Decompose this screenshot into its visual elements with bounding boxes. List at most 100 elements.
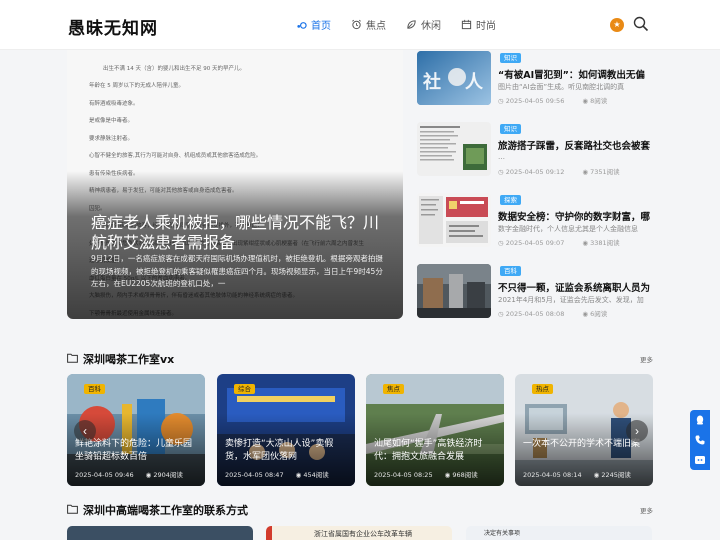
- category-tag[interactable]: 知识: [500, 53, 521, 63]
- more-link[interactable]: 更多: [640, 505, 653, 515]
- section-title: 深圳中高端喝茶工作室的联系方式: [83, 504, 248, 517]
- leaf-icon: [407, 20, 416, 29]
- article-meta: ◷ 2025-04-05 08:08 ◉ 6阅读: [498, 308, 658, 318]
- chevron-left-icon: ‹: [83, 424, 87, 438]
- category-tag[interactable]: 热点: [532, 384, 553, 394]
- card-meta: 2025-04-05 08:14 ◉ 2245阅读: [523, 469, 631, 479]
- red-band: [266, 526, 272, 540]
- card-title[interactable]: 卖惨打造“大凉山人设”卖假货，水军团伙落网: [225, 438, 349, 464]
- article-summary: 2021年4月和5月，证监会先后发文、发现，加: [498, 296, 644, 304]
- article-summary: 图片由“AI会面”生成。听见南腔北调的真: [498, 83, 625, 91]
- category-tag[interactable]: 探索: [500, 195, 521, 205]
- floating-contact-bar: [690, 410, 710, 470]
- nav-item-home[interactable]: 首页: [296, 17, 331, 32]
- thumbnail-text: 决定有关事项: [484, 530, 521, 537]
- theme-toggle-button[interactable]: ★: [610, 18, 624, 32]
- eye-icon: ◉: [582, 310, 591, 318]
- eye-icon: ◉: [582, 239, 591, 247]
- phone-icon[interactable]: [694, 434, 706, 446]
- svg-text:人: 人: [465, 72, 484, 93]
- card-date: 2025-04-05 08:47: [225, 471, 284, 479]
- card-views: 2245阅读: [601, 471, 631, 479]
- article-thumbnail[interactable]: [417, 264, 491, 318]
- article-thumbnail[interactable]: [67, 526, 253, 540]
- article-card[interactable]: 综合 卖惨打造“大凉山人设”卖假货，水军团伙落网 2025-04-05 08:4…: [217, 374, 355, 486]
- eye-icon: ◉: [582, 97, 591, 105]
- site-header: 愚昧无知网 首页 焦点 休闲 时尚 ★: [0, 0, 720, 50]
- card-meta: 2025-04-05 08:25 ◉ 968阅读: [374, 469, 478, 479]
- side-article[interactable]: 知识 旅游搭子踩雷，反套路社交也会被套 … ◷ 2025-04-05 09:12…: [417, 122, 657, 178]
- folder-icon: [67, 504, 78, 514]
- section-header: 深圳中高端喝茶工作室的联系方式 更多: [67, 502, 653, 518]
- svg-text:社: 社: [423, 71, 441, 93]
- article-views: 7351阅读: [590, 168, 620, 176]
- eye-icon: ◉: [582, 168, 591, 176]
- article-title[interactable]: 不只得一颗，证监会系统离职人员为: [498, 280, 650, 294]
- article-thumbnail[interactable]: [417, 122, 491, 176]
- article-thumbnail[interactable]: 社 人: [417, 51, 491, 105]
- category-tag[interactable]: 综合: [234, 384, 255, 394]
- home-icon: [297, 22, 307, 29]
- chevron-right-icon: ›: [635, 424, 639, 438]
- article-title[interactable]: 数据安全榜：守护你的数字财富，哪: [498, 209, 650, 223]
- article-title[interactable]: “有被AI冒犯到”：如何调教出无偏: [498, 67, 650, 81]
- side-article[interactable]: 探索 数据安全榜：守护你的数字财富，哪 数字金融时代，个人信息尤其是个人金融信息…: [417, 193, 657, 249]
- nav-item-label: 休闲: [421, 21, 441, 32]
- article-meta: ◷ 2025-04-05 09:56 ◉ 8阅读: [498, 95, 658, 105]
- card-title[interactable]: 一次本不公开的学术不端旧案: [523, 438, 647, 451]
- article-card[interactable]: 焦点 汕尾如何“握手”高铁经济时代：拥抱文旅融合发展 2025-04-05 08…: [366, 374, 504, 486]
- card-title[interactable]: 汕尾如何“握手”高铁经济时代：拥抱文旅融合发展: [374, 438, 498, 464]
- card-views: 2904阅读: [153, 471, 183, 479]
- clock-icon: ◷: [498, 168, 506, 176]
- article-views: 3381阅读: [590, 239, 620, 247]
- article-title[interactable]: 旅游搭子踩雷，反套路社交也会被套: [498, 138, 650, 152]
- card-meta: 2025-04-05 08:47 ◉ 454阅读: [225, 469, 329, 479]
- card-date: 2025-04-05 08:14: [523, 471, 582, 479]
- card-date: 2025-04-05 09:46: [75, 471, 134, 479]
- qq-icon[interactable]: [694, 414, 706, 426]
- hero-description: 9月12日，一名癌症旅客在成都天府国际机场办理值机时，被拒绝登机。根据旁观者拍摄…: [91, 254, 383, 288]
- nav-item-label: 焦点: [366, 21, 386, 32]
- article-date: 2025-04-05 09:12: [505, 168, 565, 176]
- hero-title[interactable]: 癌症老人乘机被拒，哪些情况不能飞？川航称艾滋患者需报备: [91, 213, 391, 253]
- nav-item-fashion[interactable]: 时尚: [461, 17, 496, 32]
- search-icon[interactable]: [633, 16, 649, 32]
- card-views: 968阅读: [452, 471, 478, 479]
- nav-item-focus[interactable]: 焦点: [351, 17, 386, 32]
- main-nav: 首页 焦点 休闲 时尚: [296, 17, 516, 32]
- article-date: 2025-04-05 09:07: [505, 239, 565, 247]
- nav-item-leisure[interactable]: 休闲: [406, 17, 441, 32]
- card-meta: 2025-04-05 09:46 ◉ 2904阅读: [75, 469, 183, 479]
- article-views: 8阅读: [590, 97, 608, 105]
- category-tag[interactable]: 百科: [500, 266, 521, 276]
- carousel-next-button[interactable]: ›: [626, 420, 648, 442]
- card-views: 454阅读: [303, 471, 329, 479]
- category-tag[interactable]: 百科: [84, 384, 105, 394]
- article-thumbnail[interactable]: 决定有关事项: [466, 526, 652, 540]
- folder-icon: [67, 353, 78, 363]
- thumbnail-text: 浙江省属国有企业公车改革车辆: [314, 530, 412, 538]
- article-thumbnail[interactable]: [417, 193, 491, 247]
- nav-item-label: 首页: [311, 21, 331, 32]
- section-title: 深圳喝茶工作室vx: [83, 353, 175, 366]
- more-link[interactable]: 更多: [640, 354, 653, 364]
- side-article[interactable]: 百科 不只得一颗，证监会系统离职人员为 2021年4月和5月，证监会先后发文、发…: [417, 264, 657, 320]
- carousel-prev-button[interactable]: ‹: [74, 420, 96, 442]
- nav-item-label: 时尚: [476, 21, 496, 32]
- card-title[interactable]: 鲜艳涂料下的危险：儿童乐园坐骑铅超标数百倍: [75, 438, 199, 464]
- section-header: 深圳喝茶工作室vx 更多: [67, 351, 653, 367]
- site-logo[interactable]: 愚昧无知网: [68, 14, 158, 39]
- article-summary: 数字金融时代，个人信息尤其是个人金融信息: [498, 225, 638, 233]
- clock-icon: ◷: [498, 97, 506, 105]
- category-tag[interactable]: 焦点: [383, 384, 404, 394]
- article-date: 2025-04-05 09:56: [505, 97, 565, 105]
- wechat-icon[interactable]: [694, 454, 706, 466]
- side-article[interactable]: 社 人 知识 “有被AI冒犯到”：如何调教出无偏 图片由“AI会面”生成。听见南…: [417, 51, 657, 107]
- hero-article[interactable]: 出生不满 14 天（含）的婴儿和出生不足 90 天的早产儿。年龄在 5 周岁以下…: [67, 50, 403, 319]
- clock-icon: ◷: [498, 239, 506, 247]
- article-thumbnail[interactable]: 浙江省属国有企业公车改革车辆: [266, 526, 452, 540]
- article-meta: ◷ 2025-04-05 09:12 ◉ 7351阅读: [498, 166, 658, 176]
- article-views: 6阅读: [590, 310, 608, 318]
- article-date: 2025-04-05 08:08: [505, 310, 565, 318]
- category-tag[interactable]: 知识: [500, 124, 521, 134]
